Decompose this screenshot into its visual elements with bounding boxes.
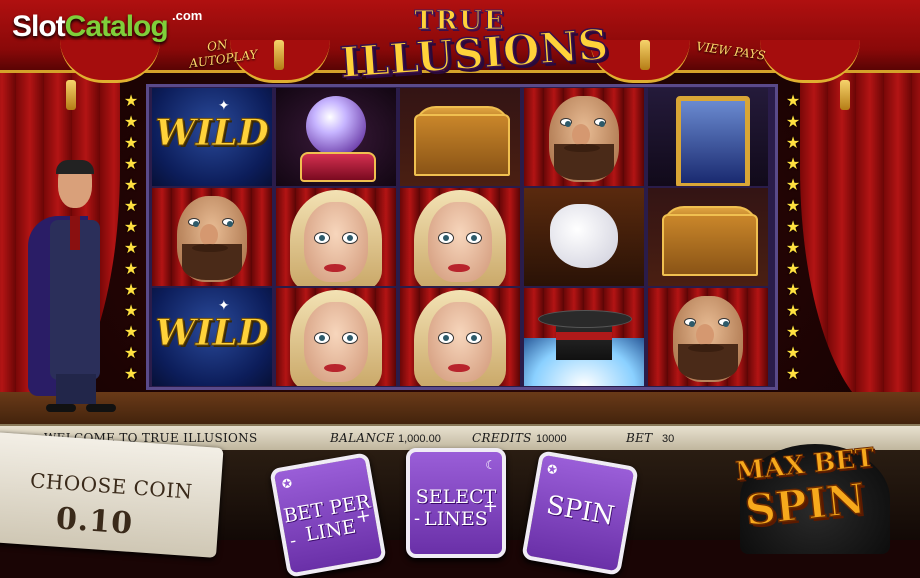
moon-icon: ☾: [485, 458, 496, 472]
logo-text-b: Catalog: [64, 10, 169, 43]
logo-text-a: Slot: [12, 10, 66, 43]
magician-character: [20, 160, 130, 415]
payline-star[interactable]: ★: [782, 216, 804, 237]
reel-symbol-white-glove: [524, 188, 644, 286]
reel-symbol-bearded-man: [648, 288, 768, 386]
magician-legs: [56, 374, 96, 404]
tassel: [66, 80, 76, 110]
select-lines-plus[interactable]: +: [483, 496, 498, 517]
magician-hair: [56, 160, 94, 174]
tassel: [640, 40, 650, 70]
reel-symbol-bearded-man: [524, 88, 644, 186]
magician-shoe: [46, 404, 76, 412]
payline-star[interactable]: ★: [782, 237, 804, 258]
credits-label: CREDITS: [472, 431, 532, 445]
reel-symbol-blonde-woman: [400, 188, 520, 286]
payline-star[interactable]: ★: [782, 279, 804, 300]
payline-star[interactable]: ★: [782, 195, 804, 216]
bet-label: BET: [626, 431, 653, 445]
site-watermark-logo: SlotCatalog: [12, 10, 169, 44]
reel-symbol-wild: ✦ WILD: [152, 288, 272, 386]
select-lines-minus[interactable]: -: [414, 508, 420, 529]
max-bet-spin-button[interactable]: MAX BET SPIN: [700, 438, 910, 554]
reel-symbol-treasure-chest: [400, 88, 520, 186]
coin-value: 0.10: [54, 501, 135, 542]
payline-star[interactable]: ★: [782, 132, 804, 153]
wild-text: WILD: [155, 312, 270, 355]
reel-symbol-blonde-woman: [276, 288, 396, 386]
pentagram-icon: ✪: [545, 461, 559, 478]
payline-star[interactable]: ★: [782, 300, 804, 321]
magician-shoe: [86, 404, 116, 412]
payline-star[interactable]: ★: [782, 342, 804, 363]
payline-star[interactable]: ★: [782, 363, 804, 384]
payline-star[interactable]: ★: [782, 321, 804, 342]
spin-label: SPIN: [544, 490, 617, 532]
payline-star[interactable]: ★: [782, 153, 804, 174]
reel-symbol-treasure-chest: [648, 188, 768, 286]
logo-tld: .com: [172, 8, 203, 23]
reel-symbol-magic-mirror: [648, 88, 768, 186]
select-lines-button[interactable]: ☾ SELECT LINES - +: [406, 448, 506, 558]
reel-symbol-bearded-man: [152, 188, 272, 286]
credits-value: 10000: [536, 433, 567, 445]
reel-symbol-blonde-woman: [276, 188, 396, 286]
payline-star[interactable]: ★: [120, 132, 142, 153]
payline-star[interactable]: ★: [782, 174, 804, 195]
magician-tie: [70, 216, 80, 250]
payline-star[interactable]: ★: [120, 111, 142, 132]
balance-value: 1,000.00: [398, 433, 441, 445]
reel-symbol-wild: ✦ WILD: [152, 88, 272, 186]
bet-per-line-button[interactable]: ✪ BET PER LINE - +: [269, 452, 387, 578]
tassel: [840, 80, 850, 110]
spin-button[interactable]: ✪ SPIN: [521, 450, 639, 576]
balance-label: BALANCE: [330, 431, 395, 445]
payline-star[interactable]: ★: [782, 111, 804, 132]
payline-stars-right: ★ ★ ★ ★ ★ ★ ★ ★ ★ ★ ★ ★ ★ ★: [782, 90, 804, 384]
wild-text: WILD: [155, 112, 270, 155]
reel-symbol-blonde-woman: [400, 288, 520, 386]
payline-star[interactable]: ★: [782, 90, 804, 111]
reel-symbol-crystal-ball: [276, 88, 396, 186]
pentagram-icon: ✪: [280, 475, 294, 492]
payline-star[interactable]: ★: [120, 90, 142, 111]
payline-star[interactable]: ★: [782, 258, 804, 279]
tassel: [274, 40, 284, 70]
reels: ✦ WILD ✦ WILD: [152, 88, 774, 388]
bet-value: 30: [662, 433, 675, 445]
reel-symbol-top-hat: [524, 288, 644, 386]
